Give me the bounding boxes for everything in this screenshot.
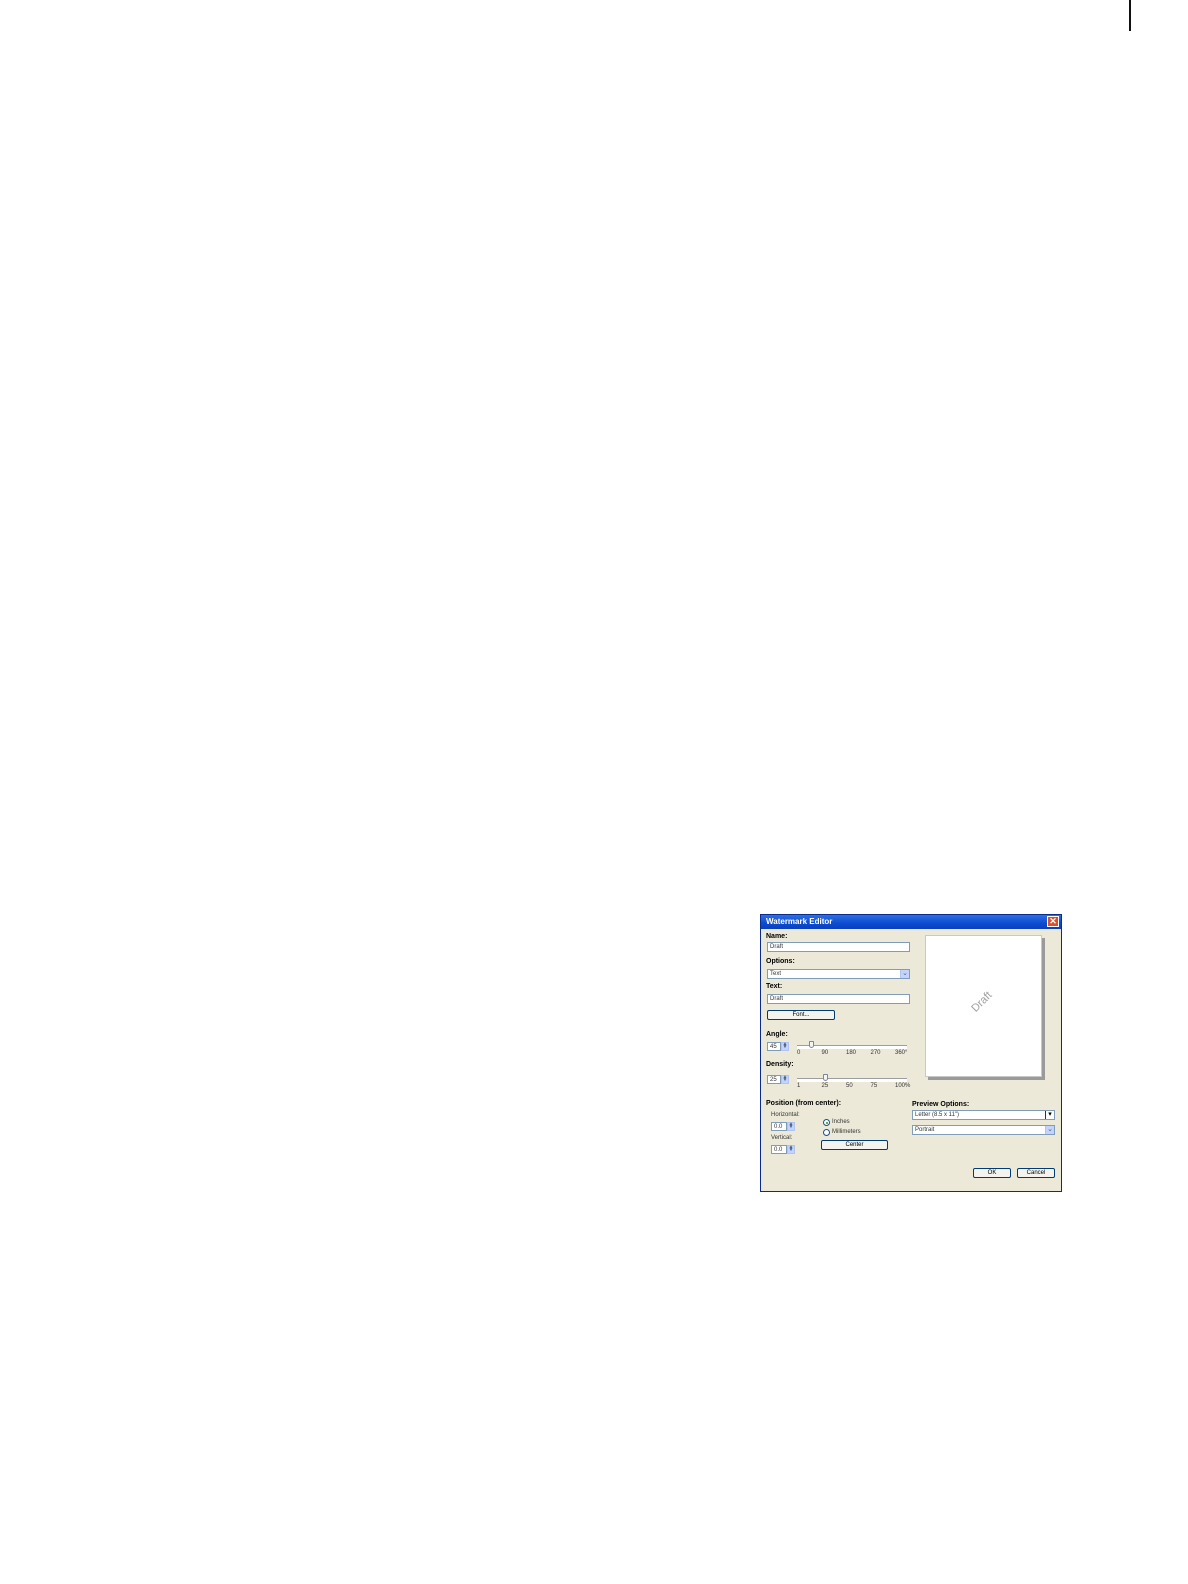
density-tick-label: 1 (797, 1083, 801, 1089)
position-label: Position (from center): (766, 1100, 842, 1107)
paper-size-select[interactable]: Letter (8.5 x 11") ▾ (912, 1110, 1055, 1120)
paper-size-value: Letter (8.5 x 11") (915, 1112, 960, 1118)
density-tick-label: 25 (821, 1083, 829, 1089)
angle-tick-label: 0 (797, 1050, 801, 1056)
options-select[interactable]: Text ⌄ (767, 969, 910, 979)
density-slider-track[interactable] (797, 1078, 907, 1082)
watermark-editor-dialog: Watermark Editor ✕ Name: Draft Options: … (760, 914, 1062, 1192)
preview-options-label: Preview Options: (912, 1101, 970, 1108)
page-edge-marker (1129, 0, 1131, 31)
dropdown-arrow-icon[interactable]: ▾ (1045, 1111, 1054, 1119)
window-title: Watermark Editor (766, 917, 833, 926)
density-slider-thumb[interactable] (822, 1074, 828, 1081)
cancel-button[interactable]: Cancel (1017, 1168, 1055, 1178)
inches-radio[interactable] (823, 1119, 830, 1126)
name-input[interactable]: Draft (767, 942, 910, 952)
angle-slider-thumb[interactable] (808, 1041, 814, 1048)
options-label: Options: (766, 958, 795, 965)
angle-label: Angle: (766, 1031, 788, 1038)
horizontal-label: Horizontal: (771, 1112, 800, 1118)
density-input[interactable]: 25 (767, 1075, 781, 1084)
inches-label: Inches (832, 1119, 850, 1125)
ok-button[interactable]: OK (973, 1168, 1011, 1178)
orientation-value: Portrait (915, 1127, 935, 1133)
name-label: Name: (766, 933, 788, 940)
options-select-value: Text (770, 971, 782, 977)
angle-tick-label: 270 (870, 1050, 881, 1056)
density-tick-label: 75 (870, 1083, 878, 1089)
orientation-select[interactable]: Portrait ⌄ (912, 1125, 1055, 1135)
preview-watermark-text: Draft (969, 989, 995, 1015)
angle-spinner-icon[interactable]: ▲ ▼ (781, 1042, 789, 1051)
close-icon[interactable]: ✕ (1047, 916, 1059, 927)
angle-tick-label: 90 (821, 1050, 829, 1056)
chevron-down-icon[interactable]: ⌄ (900, 970, 909, 978)
horizontal-input[interactable]: 0.0 (771, 1122, 787, 1131)
millimeters-label: Millimeters (832, 1129, 861, 1135)
vertical-spinner-icon[interactable]: ▲ ▼ (787, 1145, 795, 1154)
title-bar[interactable]: Watermark Editor ✕ (761, 915, 1061, 929)
density-spinner-icon[interactable]: ▲ ▼ (781, 1075, 789, 1084)
vertical-label: Vertical: (771, 1135, 793, 1141)
density-tick-label: 100% (895, 1083, 911, 1089)
angle-input[interactable]: 45 (767, 1042, 781, 1051)
angle-tick-label: 180 (846, 1050, 857, 1056)
horizontal-spinner-icon[interactable]: ▲ ▼ (787, 1122, 795, 1131)
font-button[interactable]: Font... (767, 1010, 835, 1020)
center-button[interactable]: Center (821, 1140, 888, 1150)
vertical-input[interactable]: 0.0 (771, 1145, 787, 1154)
angle-tick-label: 360° (895, 1050, 908, 1056)
density-tick-label: 50 (846, 1083, 853, 1089)
watermark-preview: Draft (925, 935, 1042, 1077)
density-label: Density: (766, 1061, 794, 1068)
text-input[interactable]: Draft (767, 994, 910, 1004)
text-label: Text: (766, 983, 783, 990)
chevron-down-icon[interactable]: ⌄ (1045, 1126, 1054, 1134)
millimeters-radio[interactable] (823, 1129, 830, 1136)
